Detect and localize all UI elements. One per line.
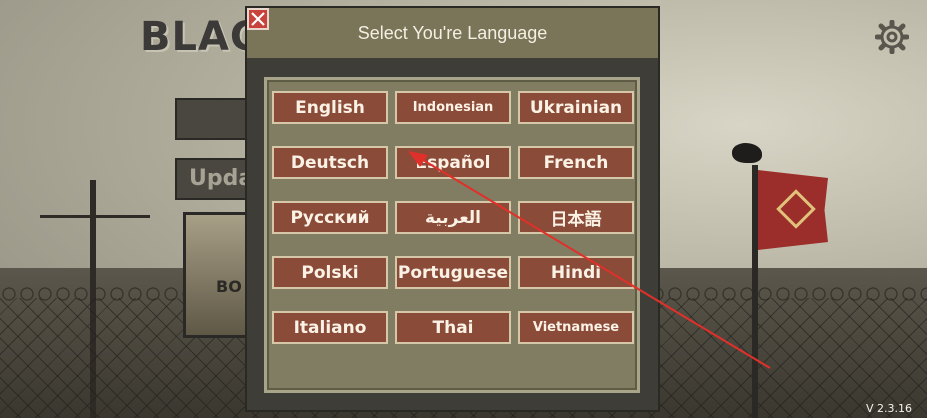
language-button-arabic[interactable]: العربية	[395, 201, 511, 234]
crow	[732, 143, 762, 163]
language-button-portuguese[interactable]: Portuguese	[395, 256, 511, 289]
language-button-espanol[interactable]: Español	[395, 146, 511, 179]
language-button-english[interactable]: English	[272, 91, 388, 124]
language-grid: English Indonesian Ukrainian Deutsch Esp…	[264, 77, 640, 393]
language-button-deutsch[interactable]: Deutsch	[272, 146, 388, 179]
dialog-header: Select You're Language	[247, 8, 658, 58]
version-label: V 2.3.16	[865, 402, 912, 415]
language-button-indonesian[interactable]: Indonesian	[395, 91, 511, 124]
gear-icon[interactable]	[874, 19, 910, 55]
language-button-russian[interactable]: Русский	[272, 201, 388, 234]
language-button-thai[interactable]: Thai	[395, 311, 511, 344]
language-dialog: Select You're Language English Indonesia…	[247, 8, 658, 410]
poster-text: BO	[216, 277, 242, 296]
dialog-title: Select You're Language	[357, 22, 548, 43]
language-button-french[interactable]: French	[518, 146, 634, 179]
language-button-vietnamese[interactable]: Vietnamese	[518, 311, 634, 344]
flag-pole	[752, 165, 758, 418]
close-icon[interactable]	[247, 8, 269, 30]
language-button-italiano[interactable]: Italiano	[272, 311, 388, 344]
language-button-hindi[interactable]: Hindi	[518, 256, 634, 289]
telegraph-crossbar	[40, 215, 150, 218]
language-button-polski[interactable]: Polski	[272, 256, 388, 289]
language-button-japanese[interactable]: 日本語	[518, 201, 634, 234]
language-button-ukrainian[interactable]: Ukrainian	[518, 91, 634, 124]
